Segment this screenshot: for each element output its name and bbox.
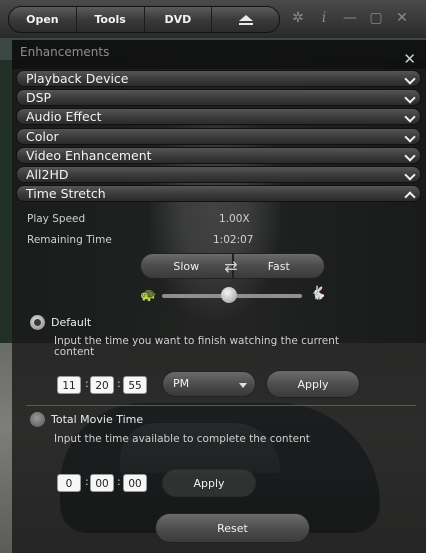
section-list: Playback Device DSP Audio Effect Color V… [16, 70, 421, 204]
default-radio[interactable] [30, 315, 45, 330]
colon: : [117, 377, 121, 390]
minimize-icon[interactable]: — [342, 10, 358, 26]
section-label: Playback Device [26, 71, 129, 86]
top-menu-bar: Open Tools DVD ✲ i — ▢ ✕ [0, 0, 426, 38]
section-label: All2HD [26, 166, 69, 182]
hour-input[interactable]: 11 [57, 376, 81, 394]
total-movie-time-radio[interactable] [30, 412, 45, 427]
default-label: Default [51, 316, 92, 329]
panel-header: Enhancements ✕ [12, 40, 426, 69]
chevron-down-icon [404, 169, 416, 181]
open-button[interactable]: Open [9, 7, 77, 32]
section-time-stretch[interactable]: Time Stretch [16, 185, 421, 203]
total-movie-time-label: Total Movie Time [51, 413, 144, 426]
panel-title: Enhancements [20, 45, 110, 59]
divider [26, 405, 416, 406]
total-minute-input[interactable]: 00 [90, 474, 114, 492]
total-second-input[interactable]: 00 [123, 474, 147, 492]
section-all2hd[interactable]: All2HD [16, 165, 421, 183]
enhancements-panel: Enhancements ✕ Playback Device DSP Audio… [12, 40, 426, 553]
colon: : [85, 377, 89, 390]
section-label: Audio Effect [26, 109, 102, 125]
swap-icon: ⇄ [224, 257, 238, 276]
remaining-time-value: 1:02:07 [213, 234, 254, 246]
chevron-down-icon [404, 111, 416, 124]
minute-input[interactable]: 20 [90, 376, 114, 394]
section-label: Time Stretch [26, 186, 106, 202]
fast-button[interactable]: Fast [232, 253, 325, 279]
eject-button[interactable] [212, 7, 279, 32]
turtle-icon: 🐢 [140, 288, 157, 303]
colon: : [85, 475, 89, 488]
tools-button[interactable]: Tools [77, 7, 145, 32]
total-apply-button[interactable]: Apply [162, 469, 256, 497]
reset-button[interactable]: Reset [155, 513, 310, 543]
restore-icon[interactable]: ▢ [368, 10, 384, 26]
second-input[interactable]: 55 [123, 376, 147, 394]
remaining-time-label: Remaining Time [27, 234, 112, 246]
default-description: Input the time you want to finish watchi… [54, 335, 340, 358]
speed-slider-thumb[interactable] [221, 287, 238, 303]
default-apply-button[interactable]: Apply [266, 370, 360, 398]
section-label: Color [26, 128, 59, 144]
info-icon[interactable]: i [316, 10, 332, 26]
ampm-select[interactable]: PM [162, 371, 256, 397]
window-controls: ✲ i — ▢ ✕ [290, 10, 410, 26]
section-color[interactable]: Color [16, 127, 421, 145]
eject-icon [238, 14, 253, 25]
dvd-button[interactable]: DVD [145, 7, 213, 32]
chevron-down-icon [404, 73, 416, 85]
close-icon[interactable]: ✕ [394, 10, 410, 26]
play-speed-value: 1.00X [219, 213, 250, 225]
rabbit-icon: 🐇 [310, 286, 327, 301]
dropdown-arrow-icon [239, 383, 247, 388]
section-dsp[interactable]: DSP [16, 89, 421, 107]
chevron-down-icon [404, 130, 416, 143]
section-video-enhancement[interactable]: Video Enhancement [16, 146, 421, 164]
section-label: DSP [26, 90, 52, 106]
play-speed-label: Play Speed [27, 213, 86, 225]
section-playback-device[interactable]: Playback Device [16, 70, 421, 87]
total-hour-input[interactable]: 0 [57, 474, 81, 492]
chevron-down-icon [404, 150, 416, 162]
colon: : [117, 475, 121, 488]
ampm-value: PM [173, 377, 190, 390]
main-menu: Open Tools DVD [8, 6, 280, 33]
section-audio-effect[interactable]: Audio Effect [16, 108, 421, 126]
total-movie-time-description: Input the time available to complete the… [54, 433, 310, 445]
slow-button[interactable]: Slow [140, 253, 233, 279]
panel-close-icon[interactable]: ✕ [403, 50, 416, 68]
settings-icon[interactable]: ✲ [290, 10, 306, 26]
chevron-up-icon [404, 191, 416, 203]
section-label: Video Enhancement [26, 147, 152, 163]
chevron-down-icon [404, 92, 416, 104]
